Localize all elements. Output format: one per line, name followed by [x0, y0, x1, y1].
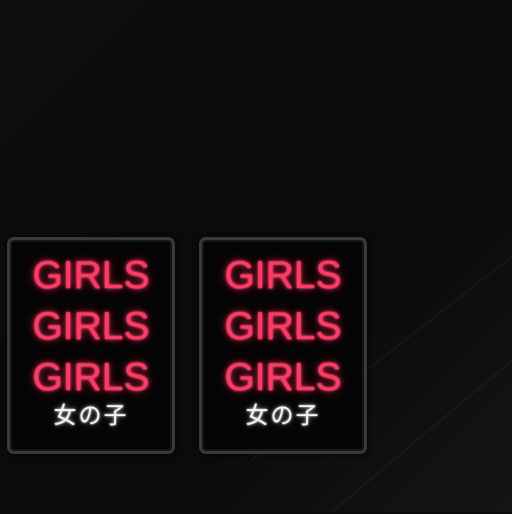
neon-text-line: GIRLS	[224, 305, 342, 348]
neon-text-line: GIRLS	[224, 254, 342, 297]
neon-text-line: GIRLS	[224, 356, 342, 399]
neon-sign-right: GIRLS GIRLS GIRLS 女の子	[199, 237, 367, 454]
neon-text-line: GIRLS	[32, 356, 150, 399]
neon-subtitle: 女の子	[53, 403, 129, 429]
neon-sign-left: GIRLS GIRLS GIRLS 女の子	[7, 237, 175, 454]
neon-text-line: GIRLS	[32, 254, 150, 297]
neon-text-line: GIRLS	[32, 305, 150, 348]
neon-subtitle: 女の子	[245, 403, 321, 429]
